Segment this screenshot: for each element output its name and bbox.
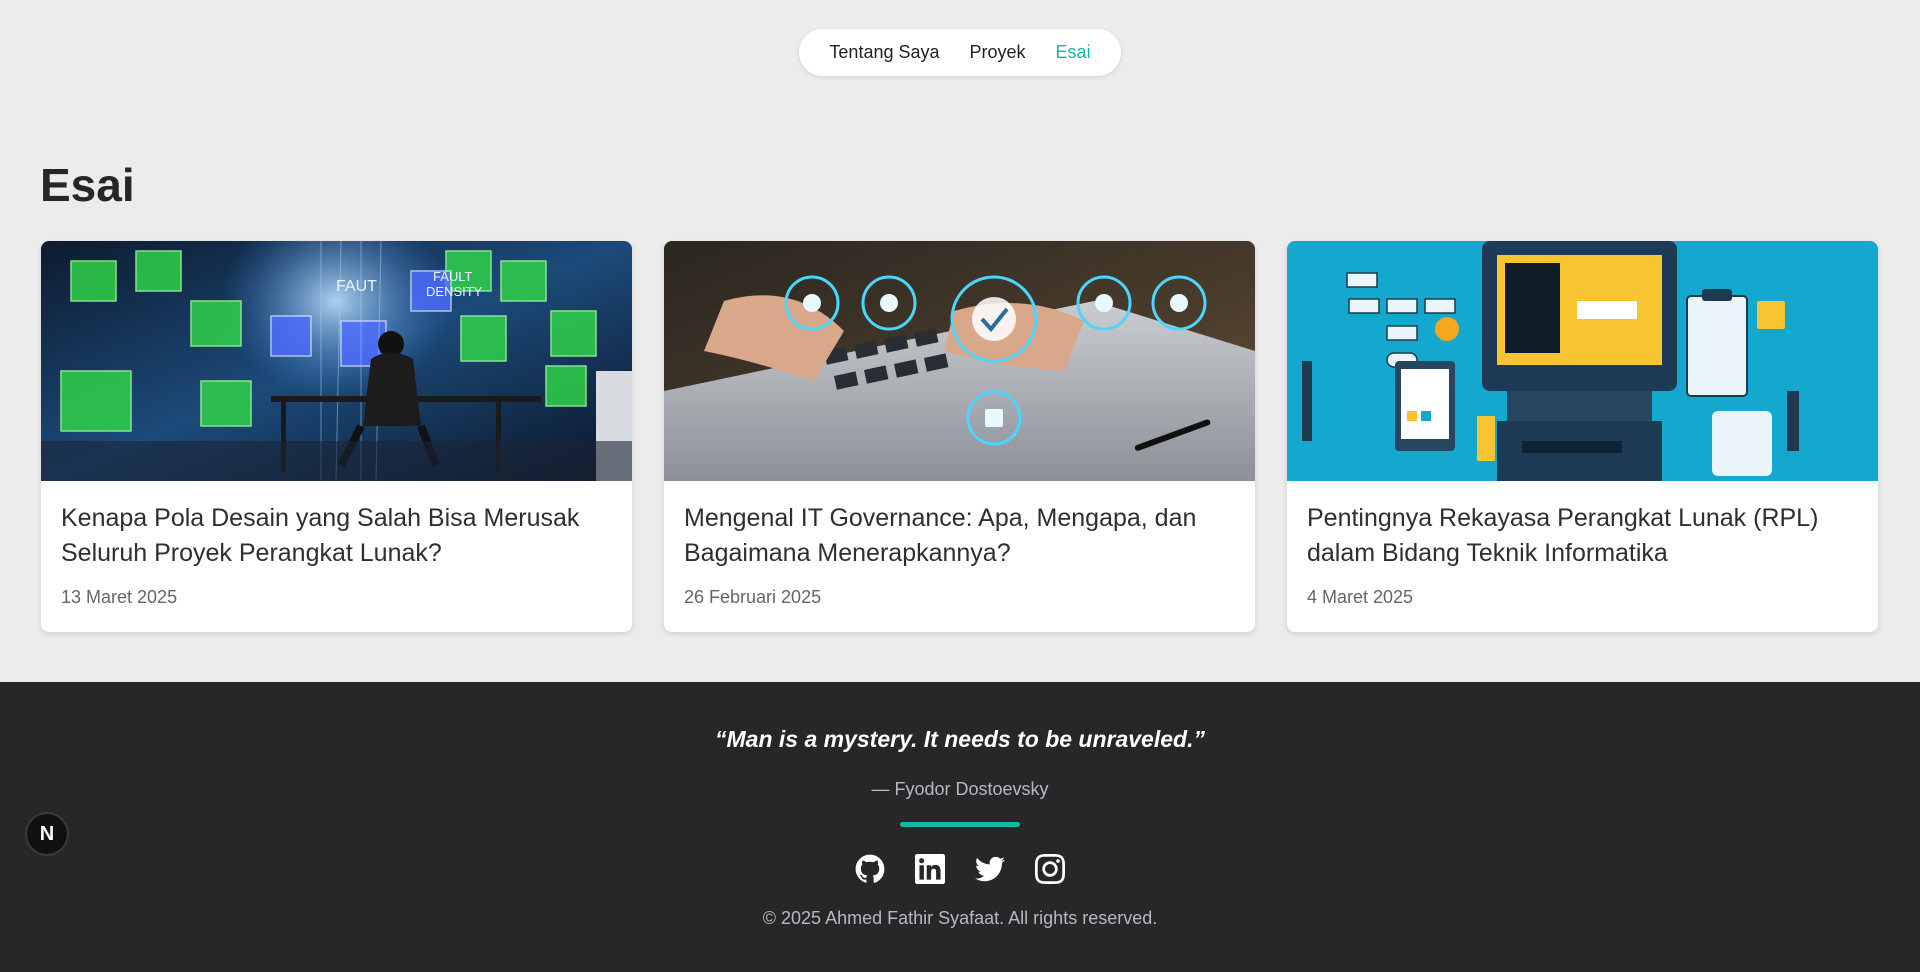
svg-text:FAULT: FAULT [433,269,473,284]
nav-item-proyek[interactable]: Proyek [970,42,1026,63]
svg-text:DENSITY: DENSITY [426,284,483,299]
page-title: Esai [40,159,135,211]
essay-title[interactable]: Pentingnya Rekayasa Perangkat Lunak (RPL… [1307,501,1858,571]
essay-card-body: Pentingnya Rekayasa Perangkat Lunak (RPL… [1287,481,1878,608]
essay-date: 4 Maret 2025 [1307,587,1414,607]
essay-card[interactable]: Pentingnya Rekayasa Perangkat Lunak (RPL… [1287,241,1878,632]
essay-title[interactable]: Mengenal IT Governance: Apa, Mengapa, da… [684,501,1235,571]
essay-cover-image [1287,241,1878,481]
top-nav: Tentang Saya Proyek Esai [799,29,1121,76]
essay-card-body: Mengenal IT Governance: Apa, Mengapa, da… [664,481,1255,608]
nav-item-esai[interactable]: Esai [1056,42,1091,63]
essay-card[interactable]: FAUT FAULT DENSITY Kenapa Pola Desain ya… [41,241,632,632]
github-icon[interactable] [855,854,885,884]
design-patterns-illustration: FAUT FAULT DENSITY [41,241,632,481]
footer-quote: “Man is a mystery. It needs to be unrave… [715,726,1205,752]
essay-date: 26 Februari 2025 [684,587,822,607]
nav-item-tentang-saya[interactable]: Tentang Saya [829,42,939,63]
instagram-icon[interactable] [1035,854,1065,884]
essay-title[interactable]: Kenapa Pola Desain yang Salah Bisa Merus… [61,501,612,571]
essay-cover-image [664,241,1255,481]
essay-cover-image: FAUT FAULT DENSITY [41,241,632,481]
top-nav-wrapper: Tentang Saya Proyek Esai [0,29,1920,76]
social-links [0,854,1920,884]
essay-card-body: Kenapa Pola Desain yang Salah Bisa Merus… [41,481,632,608]
site-footer: “Man is a mystery. It needs to be unrave… [0,682,1920,972]
linkedin-icon[interactable] [915,854,945,884]
svg-text:FAUT: FAUT [336,278,377,295]
footer-quote-author: — Fyodor Dostoevsky [871,779,1049,799]
essay-card[interactable]: Mengenal IT Governance: Apa, Mengapa, da… [664,241,1255,632]
software-engineering-illustration [1287,241,1878,481]
nextjs-dev-badge[interactable]: N [25,812,69,856]
twitter-icon[interactable] [975,854,1005,884]
essay-list: FAUT FAULT DENSITY Kenapa Pola Desain ya… [41,241,1878,632]
essay-date: 13 Maret 2025 [61,587,178,607]
footer-copyright: © 2025 Ahmed Fathir Syafaat. All rights … [762,908,1158,928]
it-governance-illustration [664,241,1255,481]
footer-divider [900,822,1020,827]
